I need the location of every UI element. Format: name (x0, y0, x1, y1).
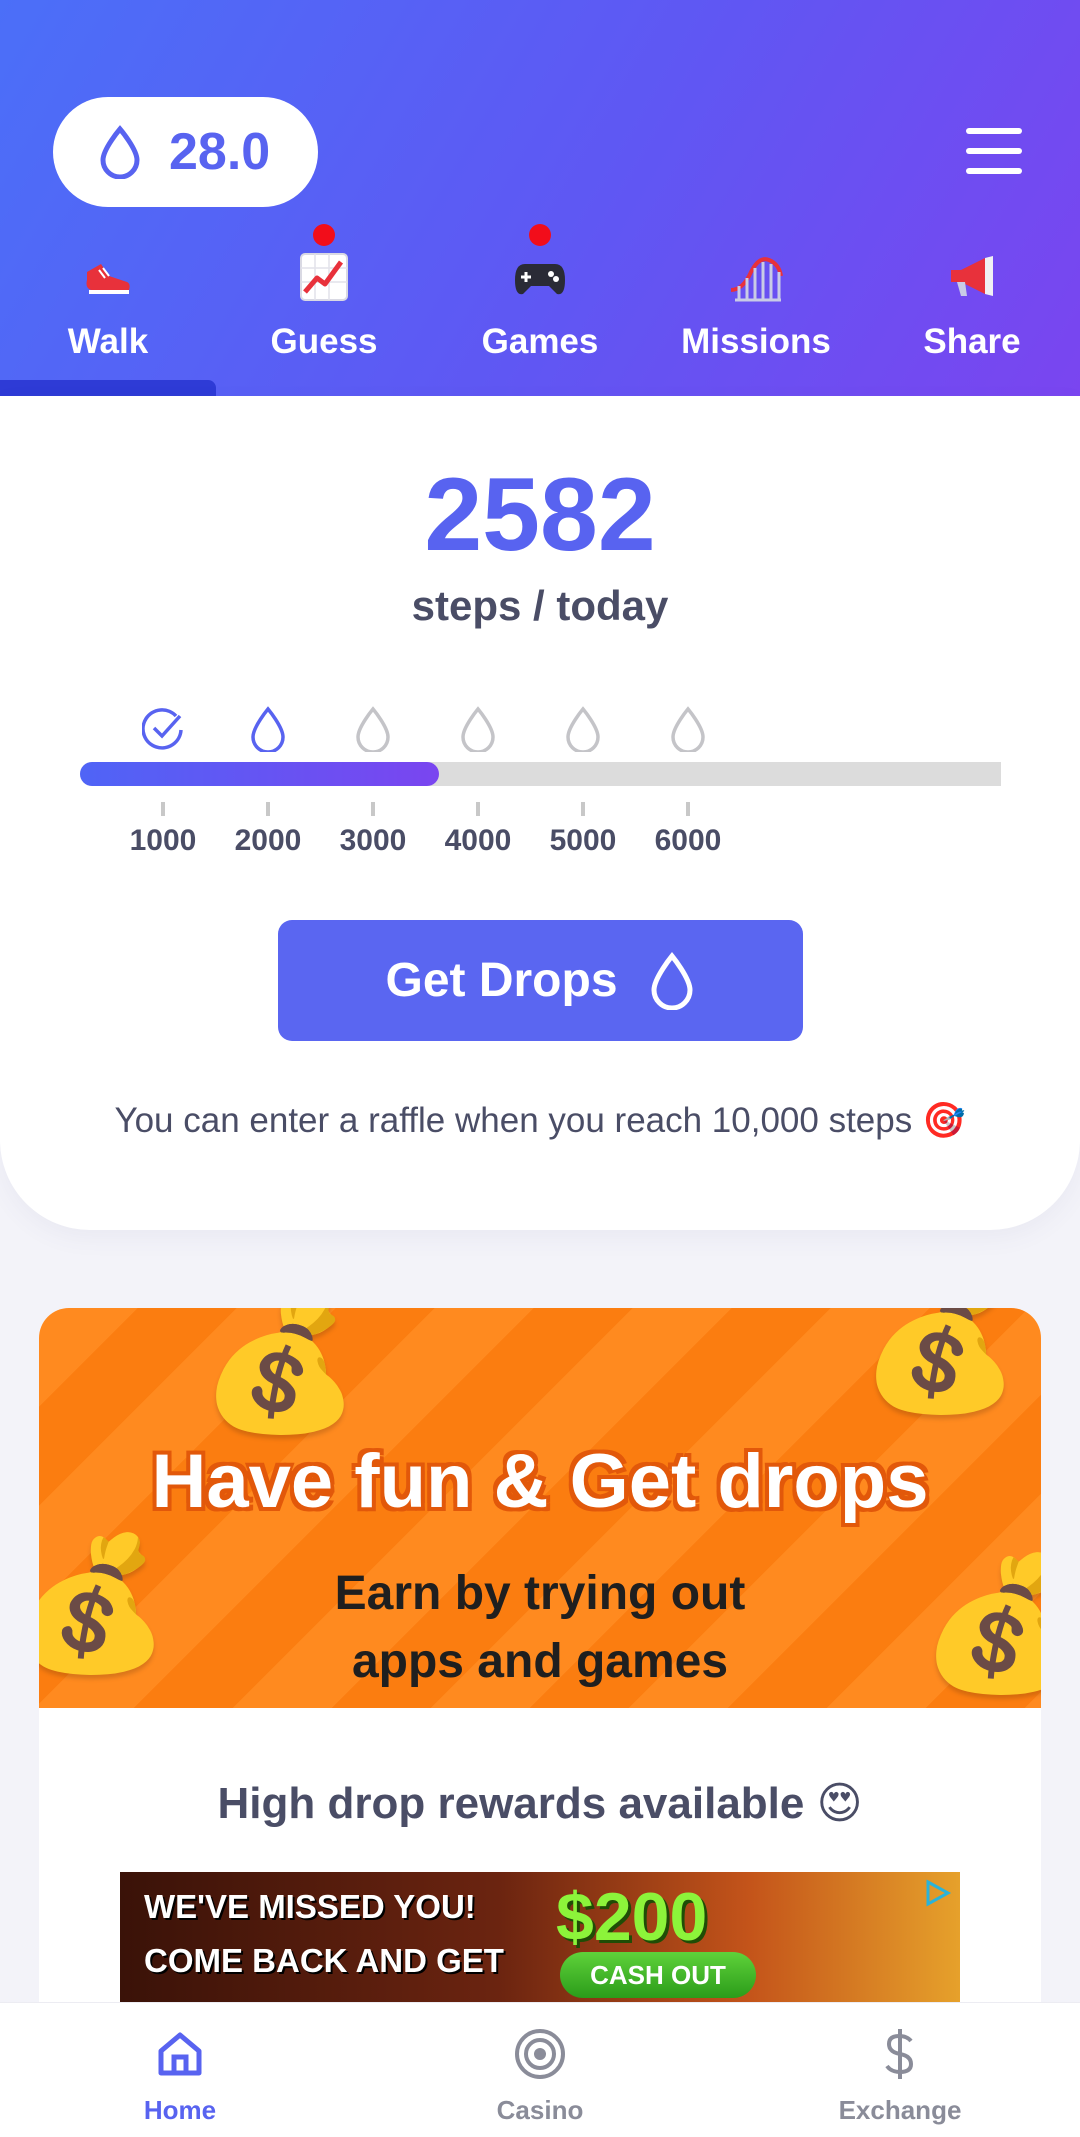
tab-missions[interactable]: Missions (648, 220, 864, 396)
tab-bar: Walk Guess Games Missions Share (0, 220, 1080, 396)
drop-icon (100, 125, 140, 179)
money-bag-icon: 💰 (859, 1308, 1021, 1416)
milestone-tick (266, 802, 270, 816)
promo-banner[interactable]: 💰 💰 💰 💰 Have fun & Get drops Earn by try… (39, 1308, 1041, 1708)
drop-icon (566, 706, 600, 752)
hamburger-menu-icon[interactable] (966, 128, 1022, 174)
ad-subheadline: COME BACK AND GET (144, 1942, 504, 1979)
milestone-label: 5000 (549, 824, 617, 857)
drops-balance-value: 28.0 (169, 123, 271, 181)
check-circle-icon (142, 708, 183, 750)
tab-label: Missions (681, 322, 831, 361)
drop-icon (651, 951, 693, 1010)
tab-label: Guess (270, 322, 378, 361)
nav-exchange[interactable]: Exchange (720, 2003, 1080, 2137)
nav-casino[interactable]: Casino (360, 2003, 720, 2137)
milestone-label: 6000 (654, 824, 722, 857)
tab-games[interactable]: Games (432, 220, 648, 396)
active-tab-indicator (0, 380, 216, 396)
bottom-nav: Home Casino Exchange (0, 2002, 1080, 2137)
notification-dot (313, 224, 335, 246)
nav-label: Home (143, 2095, 217, 2125)
drop-icon (671, 706, 705, 752)
tab-label: Walk (67, 322, 149, 361)
milestone-tick (686, 802, 690, 816)
milestone-label: 1000 (129, 824, 197, 857)
milestone-tick (161, 802, 165, 816)
promo-subtitle-line: Earn by trying out (334, 1567, 746, 1620)
tab-label: Games (481, 322, 599, 361)
tab-walk[interactable]: Walk (0, 220, 216, 396)
nav-home[interactable]: Home (0, 2003, 360, 2137)
promo-headline: Have fun & Get drops (151, 1439, 929, 1524)
milestone-label: 3000 (339, 824, 407, 857)
promo-subtitle: Earn by trying out apps and games (39, 1560, 1041, 1696)
drops-balance[interactable]: 28.0 (53, 97, 318, 207)
get-drops-label: Get Drops (385, 954, 618, 1007)
notification-dot (529, 224, 551, 246)
rewards-title: High drop rewards available 😍 (217, 1779, 863, 1828)
ad-choices-icon[interactable] (922, 1878, 952, 1908)
steps-progress-bar (80, 762, 1001, 786)
milestone-tick (581, 802, 585, 816)
drop-icon (251, 706, 285, 752)
steps-label: steps / today (411, 582, 669, 629)
target-icon (515, 2029, 565, 2079)
raffle-info-text: You can enter a raffle when you reach 10… (114, 1101, 966, 1140)
get-drops-button[interactable]: Get Drops (278, 920, 803, 1041)
tab-guess[interactable]: Guess (216, 220, 432, 396)
promo-subtitle-line: apps and games (351, 1635, 729, 1688)
app-header: 28.0 Walk Guess Games Missions Share (0, 0, 1080, 396)
milestone-tick (476, 802, 480, 816)
nav-label: Exchange (838, 2095, 962, 2125)
drop-icon (356, 706, 390, 752)
gamepad-icon (515, 264, 565, 295)
steps-count: 2582 (424, 457, 656, 573)
milestone-label: 4000 (444, 824, 512, 857)
ad-headline: WE'VE MISSED YOU! (144, 1888, 476, 1925)
home-icon (158, 2032, 202, 2076)
ad-amount: $200 (556, 1879, 708, 1955)
chart-up-icon (300, 253, 348, 301)
tab-share[interactable]: Share (864, 220, 1080, 396)
dollar-icon (885, 2029, 914, 2079)
sneaker-icon (86, 264, 130, 294)
drop-icon (461, 706, 495, 752)
megaphone-icon (951, 256, 993, 296)
nav-label: Casino (496, 2095, 584, 2125)
milestone-label: 2000 (234, 824, 302, 857)
money-bag-icon: 💰 (199, 1308, 361, 1436)
ad-banner[interactable]: WE'VE MISSED YOU! COME BACK AND GET $200… (120, 1872, 960, 2012)
steps-card: 2582 steps / today 1000 2000 3000 4000 5000 6… (0, 396, 1080, 1230)
steps-progress-fill (80, 762, 439, 786)
milestone-tick (371, 802, 375, 816)
ad-cashout-button[interactable]: CASH OUT (560, 1952, 756, 1998)
rollercoaster-icon (730, 257, 783, 302)
tab-label: Share (923, 322, 1021, 361)
